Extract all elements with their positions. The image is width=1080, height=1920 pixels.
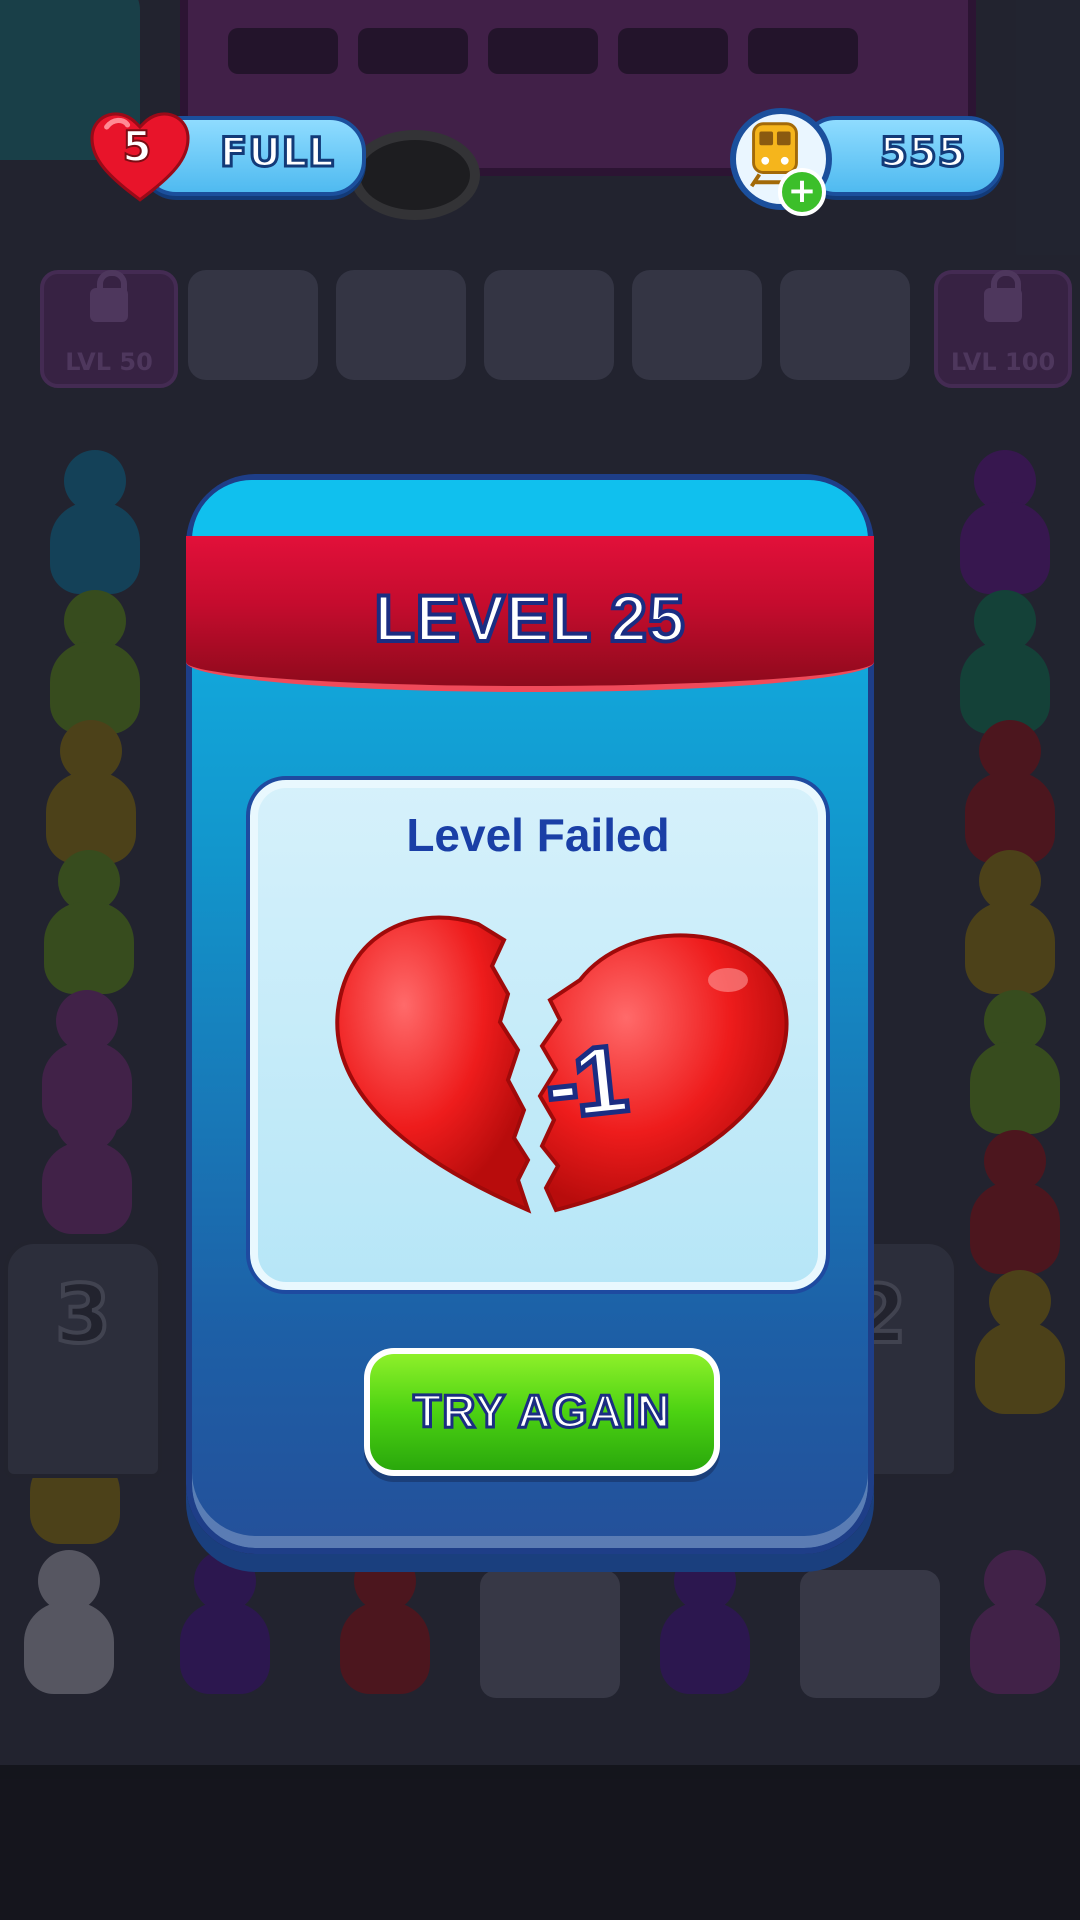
lives-status: FULL	[219, 129, 336, 178]
try-again-button[interactable]: TRY AGAIN	[364, 1348, 720, 1476]
lives-count: 5	[121, 121, 152, 172]
level-title: LEVEL 25	[372, 579, 686, 657]
result-panel: Level Failed -1	[246, 776, 830, 1294]
coin-amount: 555	[879, 129, 967, 178]
title-ribbon: LEVEL 25	[186, 536, 874, 692]
try-again-button-face[interactable]: TRY AGAIN	[370, 1354, 714, 1470]
result-title: Level Failed	[406, 809, 670, 861]
try-again-label: TRY AGAIN	[412, 1384, 672, 1439]
level-failed-dialog: LEVEL 25 Level Failed -1 TRY AGAIN	[186, 474, 874, 1554]
dialog-header-strip	[192, 480, 868, 540]
add-coins-button[interactable]: +	[778, 168, 826, 216]
lives-change: -1	[538, 1023, 631, 1143]
